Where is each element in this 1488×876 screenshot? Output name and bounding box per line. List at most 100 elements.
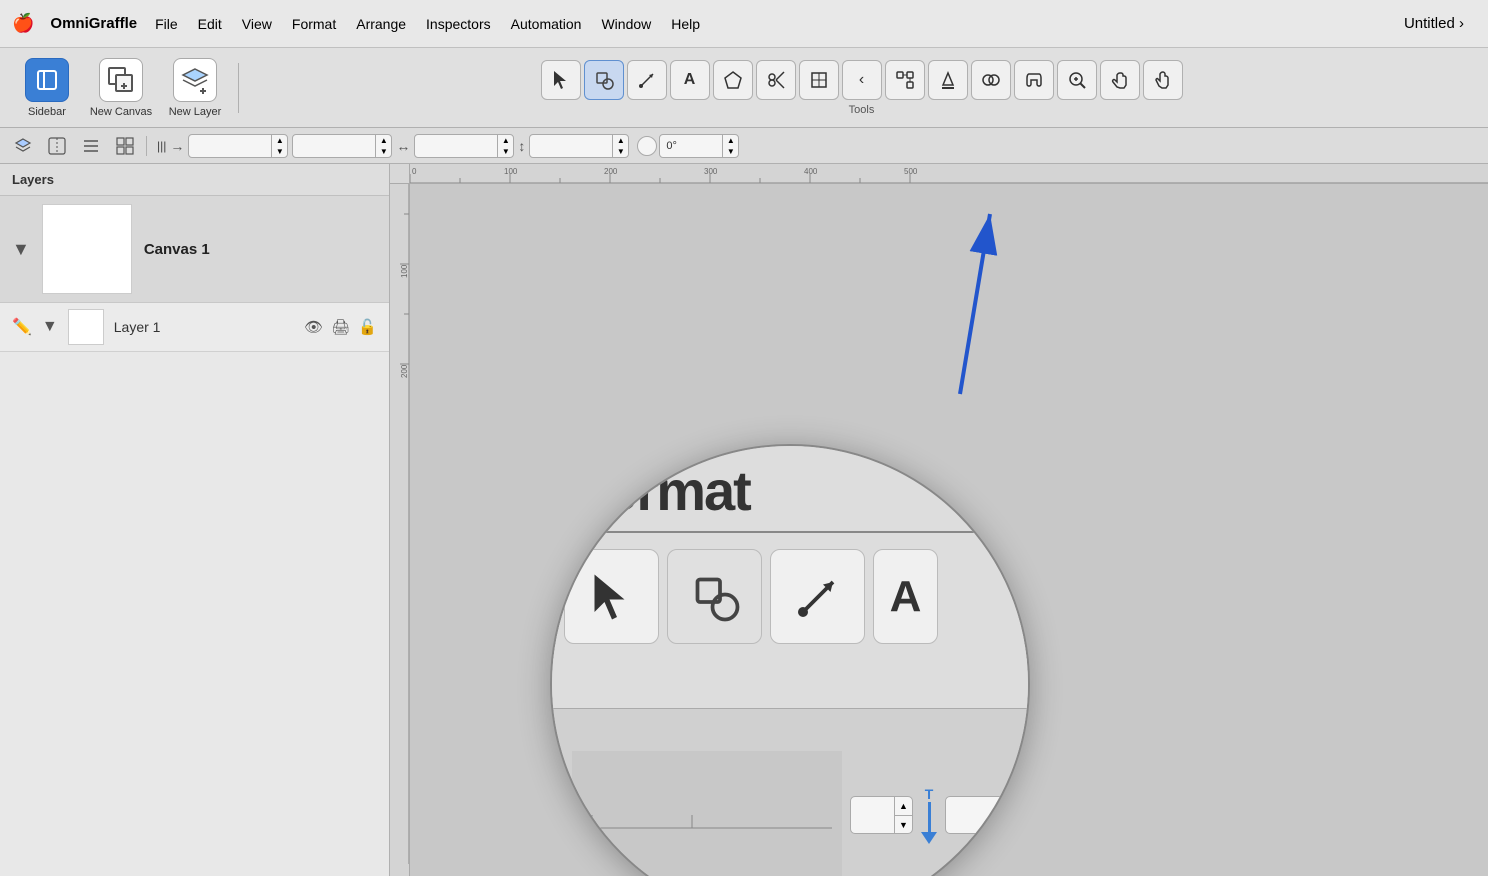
annotation-arrow [910,194,1040,404]
y-stepper[interactable]: ▲ ▼ [375,135,391,157]
toolbar: Sidebar New Canvas New Layer [0,48,1488,128]
magnified-arrow-indicator: T [921,786,937,844]
connect-tool-button[interactable] [885,60,925,100]
magnet-tool-button[interactable] [1014,60,1054,100]
menu-file[interactable]: File [145,12,188,36]
grid-sec-btn[interactable] [110,132,140,160]
y-stepper-up[interactable]: ▲ [376,135,391,146]
layer-thumbnail [68,309,104,345]
height-stepper-down[interactable]: ▼ [613,146,628,157]
magnified-text-tool: A [873,549,938,644]
svg-text:500: 500 [904,167,918,176]
text-tool-button[interactable]: A [670,60,710,100]
menu-edit[interactable]: Edit [188,12,232,36]
svg-text:0: 0 [412,167,417,176]
vertical-ruler: 100 200 [390,164,410,876]
layer-controls: 👁 🖨 🔓 [304,318,377,336]
shape-points-tool-button[interactable] [713,60,753,100]
height-input[interactable]: ▲ ▼ [529,134,629,158]
layers-sec-btn[interactable] [8,132,38,160]
x-stepper[interactable]: ▲ ▼ [271,135,287,157]
rotation-stepper[interactable]: ▲ ▼ [722,135,738,157]
x-position-input[interactable]: ▲ ▼ [188,134,288,158]
circle-indicator [637,136,657,156]
line-tool-button[interactable] [627,60,667,100]
layer-item[interactable]: ✏️ ▼ Layer 1 👁 🖨 🔓 [0,303,389,352]
tools-row: A [541,60,1183,100]
pan-tool-button[interactable] [1100,60,1140,100]
new-layer-label: New Layer [169,106,222,118]
menu-automation[interactable]: Automation [501,12,592,36]
align-sec-btn[interactable] [42,132,72,160]
grid-tool-button[interactable] [799,60,839,100]
menu-window[interactable]: Window [591,12,661,36]
svg-text:100: 100 [400,264,409,278]
y-stepper-down[interactable]: ▼ [376,146,391,157]
y-position-input[interactable]: ▲ ▼ [292,134,392,158]
width-stepper-up[interactable]: ▲ [498,135,513,146]
ruler-corner [390,164,410,184]
svg-text:100: 100 [504,167,518,176]
new-canvas-button[interactable]: New Canvas [86,54,156,122]
chevron-tool-button[interactable]: ‹ [842,60,882,100]
sec-separator [146,136,147,156]
list-sec-btn[interactable] [76,132,106,160]
rotation-stepper-down[interactable]: ▼ [723,146,738,157]
menu-inspectors[interactable]: Inspectors [416,12,501,36]
canvas-area[interactable]: 0 100 200 300 400 500 [390,164,1488,876]
app-name[interactable]: OmniGraffle [50,15,137,32]
menu-arrange[interactable]: Arrange [346,12,416,36]
magnified-shape-tool [667,549,762,644]
width-stepper-down[interactable]: ▼ [498,146,513,157]
rotation-input[interactable]: 0° ▲ ▼ [659,134,739,158]
canvas-collapse-icon[interactable]: ▼ [12,239,30,260]
layers-header: Layers [0,164,389,196]
x-stepper-up[interactable]: ▲ [272,135,287,146]
magnified-format-label: Format [552,446,1028,523]
rotation-stepper-up[interactable]: ▲ [723,135,738,146]
sidebar-icon [25,58,69,102]
width-stepper[interactable]: ▲ ▼ [497,135,513,157]
width-input[interactable]: ▲ ▼ [414,134,514,158]
height-stepper[interactable]: ▲ ▼ [612,135,628,157]
new-layer-button[interactable]: New Layer [160,54,230,122]
svg-text:200: 200 [604,167,618,176]
apple-menu[interactable]: 🍎 [12,13,34,34]
svg-text:200: 200 [400,364,409,378]
new-layer-icon [173,58,217,102]
menu-help[interactable]: Help [661,12,710,36]
shape-tool-button[interactable] [584,60,624,100]
layer-print-icon[interactable]: 🖨 [331,318,350,336]
magnifier-overlay: Format [550,444,1030,876]
layer-edit-icon[interactable]: ✏️ [12,317,32,337]
new-canvas-icon [99,58,143,102]
canvas-name: Canvas 1 [144,241,210,258]
secondary-toolbar: ||| → ▲ ▼ ▲ ▼ ↔ ▲ ▼ ↕ ▲ ▼ [0,128,1488,164]
height-stepper-up[interactable]: ▲ [613,135,628,146]
touchpad-tool-button[interactable] [1143,60,1183,100]
layer-name: Layer 1 [114,319,294,335]
menu-view[interactable]: View [232,12,282,36]
x-stepper-down[interactable]: ▼ [272,146,287,157]
menu-format[interactable]: Format [282,12,346,36]
sidebar-button[interactable]: Sidebar [12,54,82,122]
selection-tool-button[interactable] [541,60,581,100]
horizontal-ruler: 0 100 200 300 400 500 [410,164,1488,184]
layer-lock-icon[interactable]: 🔓 [358,318,377,336]
magnified-input: ▲ ▼ [850,796,913,834]
new-canvas-label: New Canvas [90,106,152,118]
magnified-selection-tool [564,549,659,644]
layer-visibility-icon[interactable]: 👁 [304,318,323,336]
zoom-tool-button[interactable] [1057,60,1097,100]
fill-tool-button[interactable] [928,60,968,100]
magnified-line-tool [770,549,865,644]
menubar: 🍎 OmniGraffle File Edit View Format Arra… [0,0,1488,48]
scissors-tool-button[interactable] [756,60,796,100]
window-title: Untitled › [1404,15,1464,32]
layer-collapse-icon[interactable]: ▼ [42,318,58,336]
style-copy-tool-button[interactable] [971,60,1011,100]
canvas-thumbnail [42,204,132,294]
canvas-item[interactable]: ▼ Canvas 1 [0,196,389,303]
main-content: Layers ▼ Canvas 1 ✏️ ▼ Layer 1 👁 🖨 🔓 [0,164,1488,876]
svg-text:300: 300 [704,167,718,176]
